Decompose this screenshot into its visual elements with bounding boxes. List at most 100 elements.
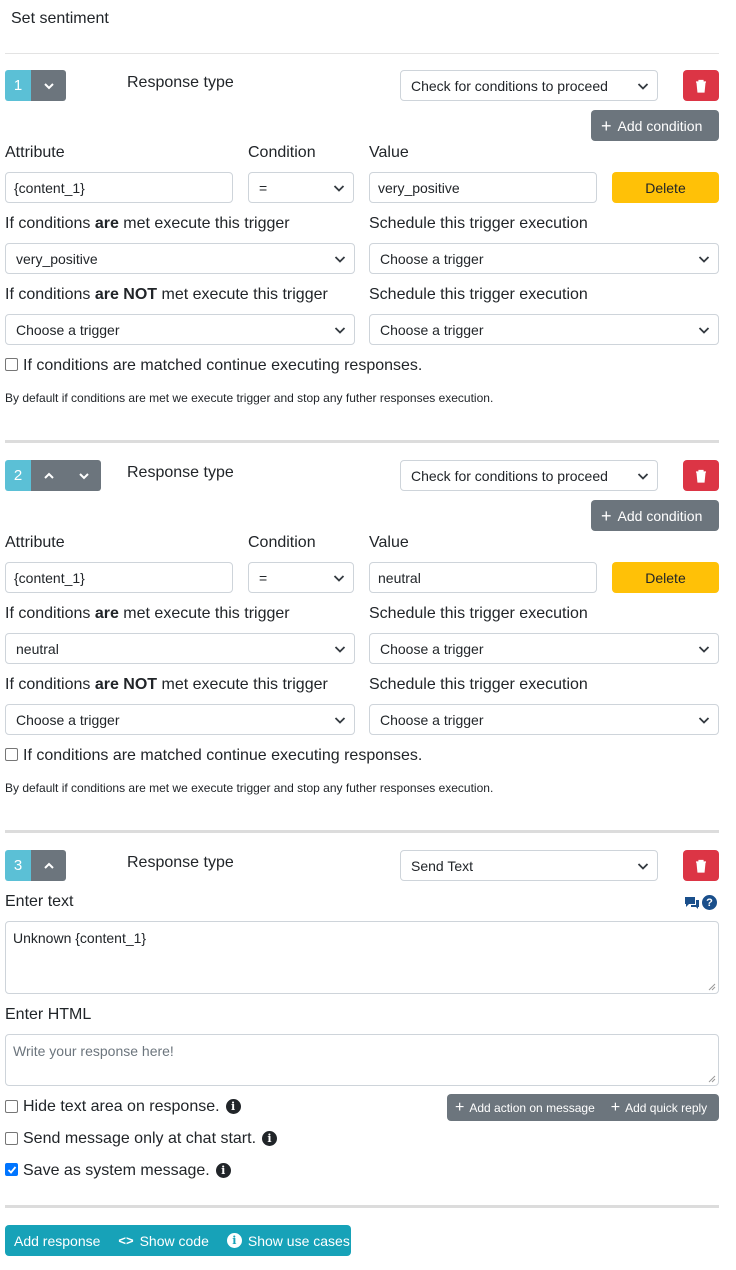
- plus-icon: +: [601, 505, 612, 526]
- resize-handle-icon[interactable]: [708, 1075, 716, 1083]
- response-type-label: Response type: [127, 74, 234, 91]
- delete-response-button[interactable]: [683, 460, 719, 491]
- delete-condition-button[interactable]: Delete: [612, 172, 719, 203]
- move-up-button[interactable]: [31, 460, 66, 491]
- check-icon: [7, 1166, 17, 1174]
- selected-value: Choose a trigger: [380, 711, 484, 728]
- page-title: Set sentiment: [11, 10, 109, 27]
- code-icon: <>: [118, 1233, 134, 1248]
- chevron-down-icon: [698, 644, 710, 654]
- met-trigger-label: If conditions are met execute this trigg…: [5, 605, 290, 622]
- send-at-start-checkbox[interactable]: [5, 1132, 18, 1145]
- hide-text-area-checkbox[interactable]: [5, 1100, 18, 1113]
- not-met-schedule-select[interactable]: Choose a trigger: [369, 314, 719, 345]
- add-quick-reply-label: Add quick reply: [625, 1100, 708, 1115]
- condition-select[interactable]: =: [248, 562, 354, 593]
- save-as-system-label: Save as system message. i: [23, 1162, 231, 1180]
- chat-bubbles-icon[interactable]: [684, 896, 700, 910]
- response-type-select[interactable]: Check for conditions to proceed: [400, 460, 658, 491]
- selected-value: Choose a trigger: [16, 711, 120, 728]
- attribute-input[interactable]: {content_1}: [5, 172, 233, 203]
- selected-value: very_positive: [16, 250, 98, 267]
- condition-select[interactable]: =: [248, 172, 354, 203]
- met-schedule-select[interactable]: Choose a trigger: [369, 243, 719, 274]
- add-response-label: Add response: [14, 1232, 101, 1249]
- continue-checkbox[interactable]: [5, 358, 18, 371]
- move-down-button[interactable]: [66, 460, 101, 491]
- resize-handle-icon[interactable]: [708, 983, 716, 991]
- add-response-button[interactable]: Add response: [5, 1225, 109, 1256]
- plus-icon: +: [455, 1098, 465, 1116]
- attribute-label: Attribute: [5, 534, 65, 551]
- chevron-down-icon: [334, 644, 346, 654]
- not-met-trigger-label: If conditions are NOT met execute this t…: [5, 676, 328, 693]
- textarea-value: Unknown {content_1}: [13, 930, 147, 946]
- delete-response-button[interactable]: [683, 850, 719, 881]
- trash-icon: [695, 79, 707, 93]
- add-quick-reply-button[interactable]: + Add quick reply: [603, 1094, 715, 1121]
- met-trigger-select[interactable]: neutral: [5, 633, 355, 664]
- selected-value: Check for conditions to proceed: [411, 467, 608, 484]
- delete-response-button[interactable]: [683, 70, 719, 101]
- attribute-label: Attribute: [5, 144, 65, 161]
- met-trigger-select[interactable]: very_positive: [5, 243, 355, 274]
- plus-icon: +: [601, 115, 612, 136]
- value-input[interactable]: very_positive: [369, 172, 597, 203]
- info-icon[interactable]: i: [262, 1131, 278, 1147]
- response-type-select[interactable]: Check for conditions to proceed: [400, 70, 658, 101]
- add-action-on-message-button[interactable]: + Add action on message: [447, 1094, 603, 1121]
- info-icon[interactable]: i: [225, 1099, 241, 1115]
- add-condition-label: Add condition: [617, 117, 703, 134]
- selected-value: =: [259, 179, 268, 196]
- trash-icon: [695, 859, 707, 873]
- show-use-cases-label: Show use cases: [247, 1232, 350, 1249]
- response-3-order-group: 3: [5, 850, 66, 881]
- continue-checkbox[interactable]: [5, 748, 18, 761]
- show-code-button[interactable]: <> Show code: [109, 1225, 217, 1256]
- condition-label: Condition: [248, 534, 316, 551]
- chevron-down-icon: [637, 471, 649, 481]
- help-note: By default if conditions are met we exec…: [5, 391, 494, 405]
- not-met-schedule-select[interactable]: Choose a trigger: [369, 704, 719, 735]
- show-use-cases-button[interactable]: i Show use cases: [218, 1225, 359, 1256]
- not-met-trigger-select[interactable]: Choose a trigger: [5, 704, 355, 735]
- response-type-select[interactable]: Send Text: [400, 850, 658, 881]
- help-icon[interactable]: ?: [702, 895, 717, 910]
- textarea-placeholder: Write your response here!: [13, 1043, 174, 1059]
- text-textarea[interactable]: Unknown {content_1}: [5, 921, 719, 994]
- selected-value: neutral: [16, 640, 59, 657]
- selected-value: Send Text: [411, 857, 474, 874]
- response-type-label: Response type: [127, 464, 234, 481]
- response-1-order-group: 1: [5, 70, 66, 101]
- schedule-label: Schedule this trigger execution: [369, 215, 588, 232]
- selected-value: =: [259, 569, 268, 586]
- add-condition-button[interactable]: + Add condition: [591, 110, 719, 141]
- chevron-down-icon: [334, 325, 346, 335]
- chevron-down-icon: [637, 81, 649, 91]
- chevron-down-icon: [333, 183, 345, 193]
- info-icon[interactable]: i: [215, 1163, 231, 1179]
- html-textarea[interactable]: Write your response here!: [5, 1034, 719, 1086]
- section-divider: [5, 1205, 719, 1208]
- enter-text-label: Enter text: [5, 893, 74, 910]
- enter-html-label: Enter HTML: [5, 1006, 92, 1023]
- add-condition-label: Add condition: [617, 507, 703, 524]
- chevron-up-icon: [43, 470, 55, 482]
- chevron-down-icon: [333, 573, 345, 583]
- attribute-input[interactable]: {content_1}: [5, 562, 233, 593]
- selected-value: Choose a trigger: [380, 640, 484, 657]
- met-schedule-select[interactable]: Choose a trigger: [369, 633, 719, 664]
- save-as-system-checkbox[interactable]: [5, 1163, 18, 1176]
- value-label: Value: [369, 144, 409, 161]
- add-condition-button[interactable]: + Add condition: [591, 500, 719, 531]
- move-up-button[interactable]: [31, 850, 66, 881]
- move-down-button[interactable]: [31, 70, 66, 101]
- response-number-badge: 3: [5, 850, 31, 881]
- value-input[interactable]: neutral: [369, 562, 597, 593]
- chevron-down-icon: [334, 254, 346, 264]
- chevron-up-icon: [43, 860, 55, 872]
- delete-condition-button[interactable]: Delete: [612, 562, 719, 593]
- met-trigger-label: If conditions are met execute this trigg…: [5, 215, 290, 232]
- not-met-trigger-select[interactable]: Choose a trigger: [5, 314, 355, 345]
- schedule-label: Schedule this trigger execution: [369, 605, 588, 622]
